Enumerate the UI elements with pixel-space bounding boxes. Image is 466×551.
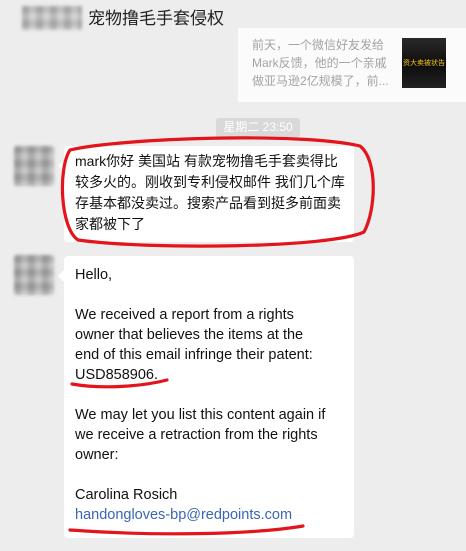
message-text-line: 较多火的。刚收到专利侵权邮件 我们几个库 [75,174,345,190]
message-text-line: mark你好 美国站 有款宠物撸毛手套卖得比 [75,153,338,169]
article-thumbnail: 资大卖被状告 [402,38,446,88]
email-paragraph-line: We received a report from a rights [75,307,294,323]
email-paragraph-line: we receive a retraction from the rights [75,427,318,443]
avatar[interactable] [14,255,54,295]
message-text-line: 存基本都没卖过。搜索产品看到挺多前面卖 [75,195,341,211]
avatar[interactable] [14,146,54,186]
card-text-line: 做亚马逊2亿规模了，前... [252,74,389,88]
email-paragraph-line: owner: [75,447,119,463]
card-text-line: Mark反馈，他的一个亲戚 [252,56,387,70]
shared-article-card[interactable]: 前天，一个微信好友发给 Mark反馈，他的一个亲戚 做亚马逊2亿规模了，前...… [238,28,466,102]
chat-bubble-message-1[interactable]: mark你好 美国站 有款宠物撸毛手套卖得比 较多火的。刚收到专利侵权邮件 我们… [58,146,354,242]
patent-number: USD858906. [75,367,159,383]
chat-title: 宠物撸毛手套侵权 [88,9,224,28]
blurred-chat-name [22,6,82,30]
email-paragraph-line: We may let you list this content again i… [75,407,326,423]
signature-name: Carolina Rosich [75,487,178,503]
email-greeting: Hello, [75,267,113,283]
chat-bubble-message-2[interactable]: Hello, We received a report from a right… [58,256,354,538]
card-text-line: 前天，一个微信好友发给 [252,38,385,52]
email-paragraph-line: end of this email infringe their patent: [75,347,313,363]
signature-email-link[interactable]: handongloves-bp@redpoints.com [75,505,292,525]
message-text-line: 家都被下了 [75,216,145,232]
thumbnail-caption: 资大卖被状告 [403,60,445,67]
email-paragraph-line: owner that believes the items at the [75,327,304,343]
message-timestamp: 星期二 23:50 [216,118,300,137]
